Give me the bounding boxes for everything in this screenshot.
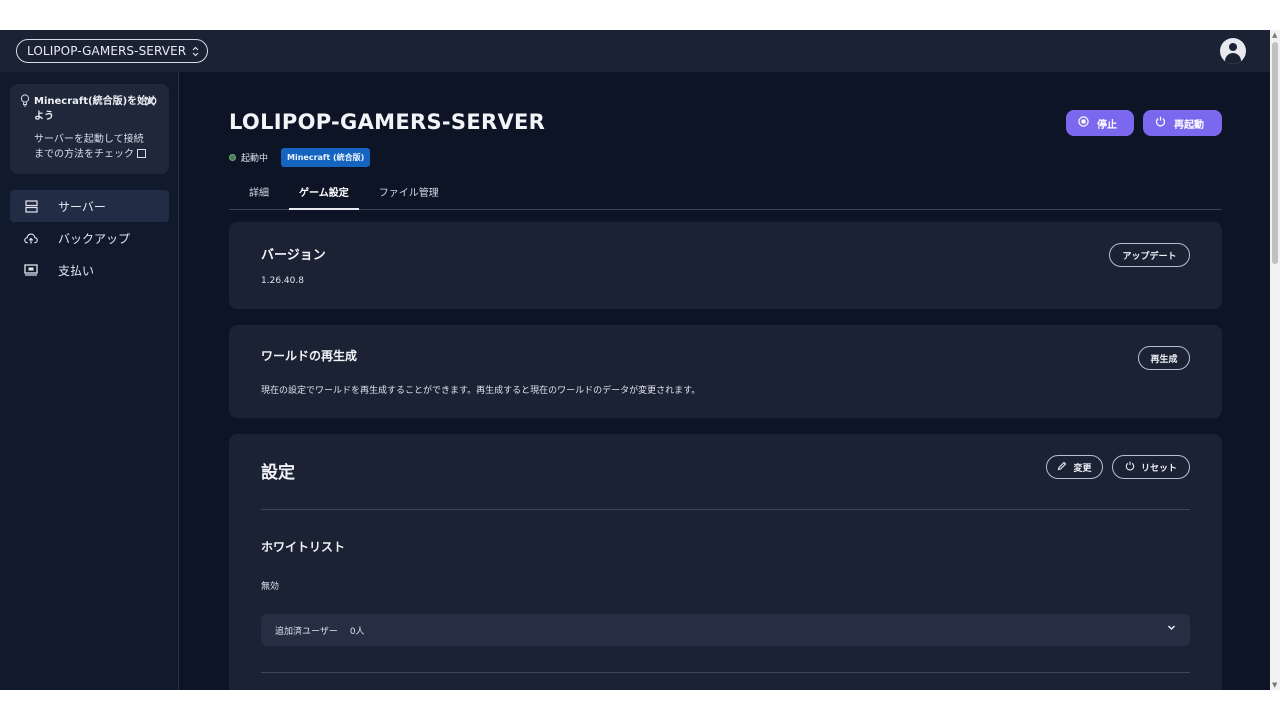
- server-status: 起動中 Minecraft (統合版): [229, 148, 371, 167]
- edition-badge: Minecraft (統合版): [281, 148, 371, 167]
- power-icon: [1155, 116, 1166, 130]
- avatar-head-shape: [1229, 43, 1237, 51]
- users-label: 追加済ユーザー: [275, 626, 338, 637]
- sidebar-item-label: サーバー: [58, 199, 106, 214]
- sidebar-nav: サーバー バックアップ 支払い: [10, 190, 169, 286]
- scroll-up-arrow-icon[interactable]: ▲: [1272, 31, 1277, 39]
- sidebar-item-payment[interactable]: 支払い: [10, 254, 169, 286]
- version-heading: バージョン: [261, 248, 326, 263]
- reset-button[interactable]: リセット: [1112, 455, 1190, 479]
- open-external-icon: [137, 149, 146, 158]
- update-button[interactable]: アップデート: [1109, 243, 1190, 267]
- divider: [261, 672, 1190, 673]
- main-content: LOLIPOP-GAMERS-SERVER 起動中 Minecraft (統合版…: [229, 72, 1222, 690]
- close-icon[interactable]: ✕: [144, 92, 157, 111]
- top-bar: LOLIPOP-GAMERS-SERVER: [0, 30, 1270, 72]
- avatar-body-shape: [1225, 53, 1241, 64]
- page-title: LOLIPOP-GAMERS-SERVER: [229, 110, 546, 134]
- sidebar-item-backup[interactable]: バックアップ: [10, 222, 169, 254]
- whitelist-heading: ホワイトリスト: [261, 540, 346, 554]
- browser-bottom-margin: [0, 690, 1280, 720]
- tab-game-settings[interactable]: ゲーム設定: [289, 184, 359, 210]
- account-avatar-icon[interactable]: [1220, 38, 1246, 64]
- edit-button-label: 変更: [1073, 463, 1092, 474]
- edit-button[interactable]: 変更: [1046, 455, 1103, 479]
- regenerate-heading: ワールドの再生成: [261, 349, 358, 363]
- sidebar-item-label: バックアップ: [58, 231, 131, 246]
- version-card: バージョン 1.26.40.8 アップデート: [229, 222, 1222, 309]
- status-dot-icon: [229, 154, 236, 161]
- regenerate-world-card: ワールドの再生成 現在の設定でワールドを再生成することができます。再生成すると現…: [229, 325, 1222, 418]
- sidebar-item-label: 支払い: [58, 263, 95, 278]
- tip-title-row: Minecraft(統合版)を始めよう: [20, 94, 159, 124]
- power-icon: [1125, 461, 1135, 474]
- server-selector-label: LOLIPOP-GAMERS-SERVER: [27, 44, 187, 58]
- scroll-down-arrow-icon[interactable]: ▼: [1272, 681, 1277, 689]
- stop-button-label: 停止: [1097, 119, 1117, 131]
- divider: [261, 509, 1190, 510]
- tab-details[interactable]: 詳細: [229, 184, 279, 210]
- getting-started-tip: Minecraft(統合版)を始めよう ✕ サーバーを起動して接続までの方法をチ…: [10, 84, 169, 174]
- users-count: 0人: [349, 626, 365, 637]
- browser-top-margin: [0, 0, 1280, 30]
- payment-icon: [24, 263, 38, 277]
- lightbulb-icon: [20, 94, 30, 124]
- up-down-chevron-icon: [192, 46, 199, 57]
- reset-button-label: リセット: [1140, 463, 1177, 474]
- status-text: 起動中: [241, 154, 269, 164]
- tip-title: Minecraft(統合版)を始めよう: [34, 96, 158, 122]
- pencil-icon: [1057, 461, 1067, 474]
- restart-button-label: 再起動: [1174, 119, 1204, 131]
- settings-card: 設定 変更 リセット ホワイトリスト 無効 追加済ユーザー 0人: [229, 434, 1222, 690]
- version-value: 1.26.40.8: [261, 276, 304, 286]
- page-scrollbar[interactable]: ▲ ▼: [1270, 30, 1280, 690]
- restart-button[interactable]: 再起動: [1143, 110, 1222, 136]
- server-icon: [24, 199, 38, 213]
- settings-heading: 設定: [261, 463, 295, 483]
- stop-button[interactable]: 停止: [1066, 110, 1134, 136]
- tab-file-management[interactable]: ファイル管理: [369, 184, 449, 210]
- whitelist-status: 無効: [261, 582, 280, 592]
- app-window: LOLIPOP-GAMERS-SERVER Minecraft(統合版)を始めよ…: [0, 30, 1270, 690]
- sidebar: Minecraft(統合版)を始めよう ✕ サーバーを起動して接続までの方法をチ…: [0, 72, 179, 690]
- chevron-down-icon: [1167, 623, 1176, 635]
- cloud-upload-icon: [24, 231, 38, 245]
- whitelist-users-accordion[interactable]: 追加済ユーザー 0人: [261, 614, 1190, 646]
- regenerate-button[interactable]: 再生成: [1138, 346, 1190, 370]
- regenerate-description: 現在の設定でワールドを再生成することができます。再生成すると現在のワールドのデー…: [261, 386, 701, 396]
- server-selector[interactable]: LOLIPOP-GAMERS-SERVER: [16, 39, 209, 63]
- tip-link[interactable]: サーバーを起動して接続までの方法をチェック: [20, 132, 159, 162]
- stop-icon: [1078, 116, 1089, 130]
- scrollbar-thumb[interactable]: [1272, 42, 1278, 264]
- tip-body-text: サーバーを起動して接続までの方法をチェック: [34, 134, 144, 160]
- sidebar-item-server[interactable]: サーバー: [10, 190, 169, 222]
- tab-bar: 詳細 ゲーム設定 ファイル管理: [229, 184, 1222, 210]
